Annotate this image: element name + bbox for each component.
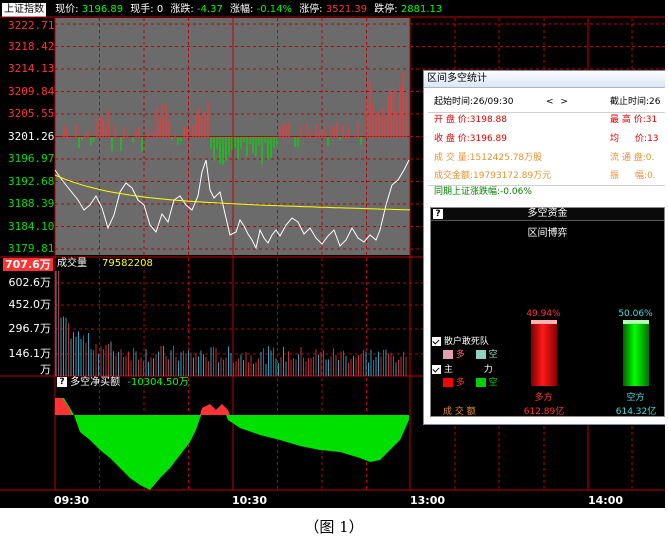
prev-button[interactable]: < <box>546 97 554 107</box>
amount-label: 成 交 额 <box>443 407 476 417</box>
net-buy-area <box>200 404 230 415</box>
close-price-row: 收 盘 价:3196.89 <box>434 132 507 147</box>
volume-max-label: 707.6万 <box>3 258 53 271</box>
volume-tick-label: 296.7万 <box>8 322 52 335</box>
float-label: 流 通 盘: <box>610 153 646 163</box>
dialog-title[interactable]: 区间多空统计 <box>424 71 665 88</box>
volume-tick-label: 万 <box>40 363 51 376</box>
x-tick-1400: 14:00 <box>588 494 624 507</box>
high-price-value: 31 <box>645 115 658 125</box>
short-name: 空方 <box>626 393 645 403</box>
price-tick-label: 3196.97 <box>8 152 55 165</box>
price-tick-label: 3192.68 <box>8 174 55 188</box>
legend-retail-colors: 多 空 <box>443 347 498 360</box>
price-tick-label: 3218.42 <box>8 39 55 53</box>
volume-title: 成交量 <box>57 258 87 269</box>
end-time-value: 26 <box>649 97 661 107</box>
price-tick-label: 3209.84 <box>8 84 55 98</box>
long-amount: 612.89亿 <box>523 407 565 417</box>
volume-value: 79582208 <box>102 258 153 269</box>
volume-row-value: 1512425.78万股 <box>469 153 543 163</box>
amount-label: 成交金额: <box>434 171 474 181</box>
close-price-label: 收 盘 价: <box>434 134 470 144</box>
panel-header: ? 多空资金 <box>431 208 664 221</box>
main-short-label: 空 <box>488 378 498 388</box>
long-pct: 49.94% <box>526 309 561 319</box>
swing-label: 振 <box>610 171 620 181</box>
legend-main-b: 力 <box>483 365 493 375</box>
x-tick-1030: 10:30 <box>232 494 268 507</box>
legend-main[interactable]: 主 力 <box>432 362 493 375</box>
swing-row: 振 幅:0. <box>610 169 656 184</box>
price-tick-label: 3188.39 <box>8 197 55 210</box>
volume-tick-label: 602.6万 <box>8 276 52 289</box>
x-tick-0930: 09:30 <box>54 494 90 507</box>
swing-value: 0. <box>647 171 656 181</box>
amount-value: 19793172.89万元 <box>473 171 552 181</box>
long-short-funds-panel: ? 多空资金 区间博弈 散户敢死队 多 空 主 力 多 空 成 交 额 49.9… <box>430 207 665 417</box>
checkbox-main[interactable] <box>432 365 441 374</box>
short-amount: 614.32亿 <box>615 407 657 417</box>
net-buy-area <box>55 398 72 415</box>
swing-mid: 幅: <box>635 171 648 181</box>
high-price-row: 最 高 价:31 <box>610 113 657 128</box>
price-tick-label: 3214.13 <box>8 62 55 75</box>
net-panel-title: 多空净买额 <box>70 377 121 388</box>
avg-price-mid: 价: <box>635 134 648 144</box>
price-tick-label: 3222.71 <box>8 19 55 32</box>
close-price-value: 3196.89 <box>469 134 507 144</box>
retail-short-swatch <box>475 350 486 359</box>
legend-retail[interactable]: 散户敢死队 <box>432 334 489 347</box>
legend-retail-label: 散户敢死队 <box>443 337 489 347</box>
net-panel-header: ? 多空净买额 -10304.50万 <box>57 377 189 389</box>
legend-main-a: 主 <box>443 365 453 375</box>
avg-price-value: 13 <box>647 134 659 144</box>
amount-row: 成交金额:19793172.89万元 <box>434 169 551 184</box>
volume-tick-label: 452.0万 <box>8 298 52 311</box>
next-button[interactable]: > <box>560 97 568 107</box>
legend-main-colors: 多 空 <box>443 375 498 388</box>
open-price-label: 开 盘 价: <box>434 115 470 125</box>
open-price-value: 3198.88 <box>469 115 507 125</box>
price-tick-label: 3205.55 <box>8 107 55 120</box>
x-tick-1300: 13:00 <box>410 494 446 507</box>
retail-short-label: 空 <box>488 350 498 360</box>
retail-long-swatch <box>443 350 453 359</box>
short-pct: 50.06% <box>618 309 653 319</box>
long-bar <box>531 320 557 386</box>
start-time-label: 起始时间: <box>434 97 474 107</box>
price-tick-label: 3184.10 <box>8 219 55 233</box>
retail-long-label: 多 <box>455 350 465 360</box>
volume-tick-label: 146.1万 <box>8 347 52 360</box>
figure-caption: （图 1） <box>304 518 364 536</box>
main-long-swatch <box>443 378 453 387</box>
open-price-row: 开 盘 价:3198.88 <box>434 113 507 128</box>
same-period-change: 同期上证涨跌幅:-0.06% <box>434 187 532 197</box>
avg-price-row: 均 价:13 <box>610 132 659 147</box>
net-sell-area <box>55 398 409 490</box>
help-icon[interactable]: ? <box>57 377 67 387</box>
price-tick-label: 3201.26 <box>8 129 55 143</box>
float-row: 流 通 盘:0. <box>610 151 654 166</box>
start-time-row: 起始时间:26/09:30 <box>434 95 513 110</box>
main-short-swatch <box>475 378 486 387</box>
start-time-value: 26/09:30 <box>473 97 514 107</box>
float-value: 0. <box>645 153 655 163</box>
volume-row: 成 交 量:1512425.78万股 <box>434 151 542 166</box>
net-panel-value: -10304.50万 <box>127 377 189 388</box>
short-bar <box>623 320 649 386</box>
price-tick-label: 3179.81 <box>8 242 55 255</box>
avg-price-label: 均 <box>610 134 620 144</box>
chart-window: 上证指数 现价: 3196.89 现手: 0 涨跌: -4.37 涨幅: -0.… <box>0 0 665 508</box>
panel-subtitle: 区间博弈 <box>527 228 568 239</box>
volume-row-label: 成 交 量: <box>434 153 470 163</box>
end-time-label: 截止时间: <box>610 97 650 107</box>
panel-title: 多空资金 <box>527 208 568 219</box>
end-time-row: 截止时间:26 <box>610 95 661 110</box>
checkbox-retail[interactable] <box>432 337 441 346</box>
time-nav: < > <box>546 95 568 110</box>
high-price-label: 最 高 价: <box>610 115 646 125</box>
long-name: 多方 <box>534 393 553 403</box>
main-long-label: 多 <box>455 378 465 388</box>
